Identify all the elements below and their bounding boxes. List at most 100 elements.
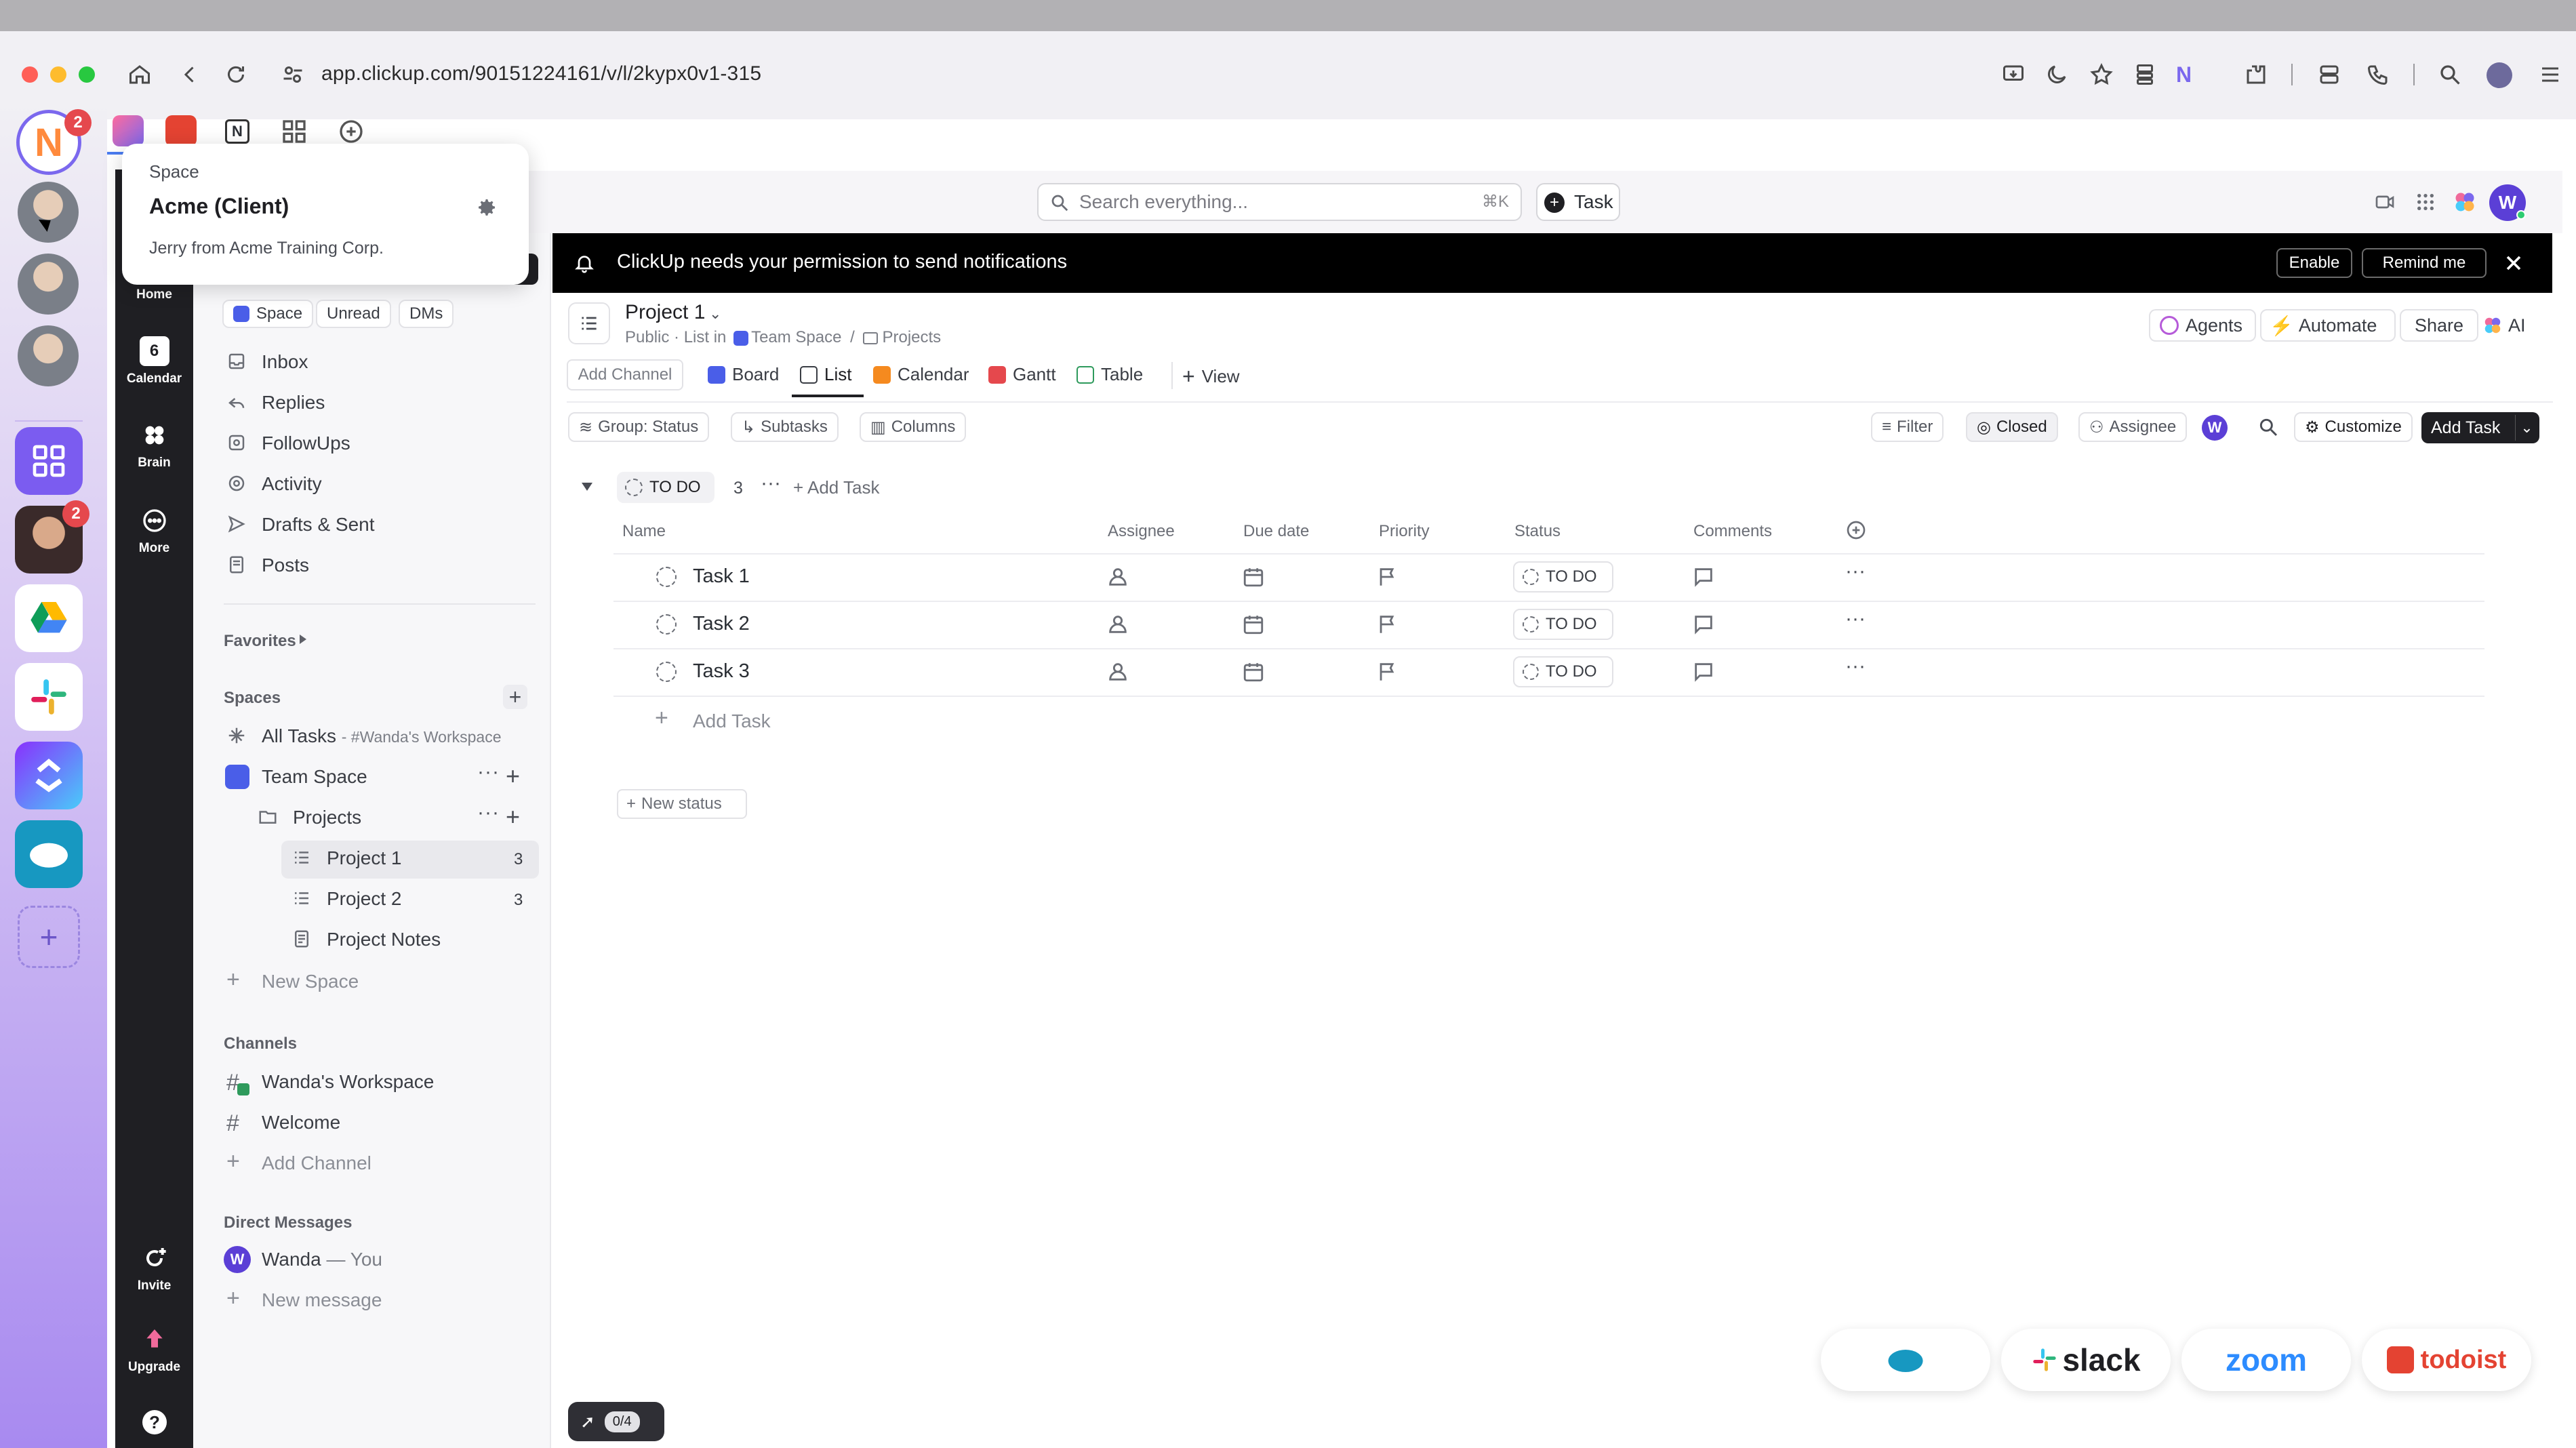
storage-icon[interactable] [2317, 62, 2341, 87]
minimize-window-button[interactable] [50, 66, 66, 83]
comment-icon[interactable] [1692, 565, 1715, 588]
assignee-add-icon[interactable] [1106, 660, 1129, 683]
automate-button[interactable]: ⚡ Automate [2260, 309, 2396, 342]
google-drive-app-icon[interactable] [15, 584, 83, 652]
task-name[interactable]: Task 1 [693, 565, 750, 588]
assignee-add-icon[interactable] [1106, 613, 1129, 636]
rail-invite[interactable]: Invite [115, 1243, 193, 1293]
customize-button[interactable]: ⚙ Customize [2294, 412, 2413, 442]
video-icon[interactable] [2374, 191, 2396, 213]
priority-flag-icon[interactable] [1376, 565, 1399, 588]
status-badge[interactable]: TO DO [1513, 609, 1613, 640]
share-button[interactable]: Share [2400, 309, 2478, 342]
todo-status-icon[interactable] [656, 614, 677, 635]
slack-integration-card[interactable]: slack [2001, 1329, 2171, 1391]
phone-icon[interactable] [2366, 62, 2390, 87]
due-date-icon[interactable] [1242, 613, 1265, 636]
filter-chip-space[interactable]: Space [222, 300, 314, 328]
todoist-tab-icon[interactable] [165, 115, 197, 146]
channel-welcome[interactable]: Welcome [262, 1112, 340, 1133]
new-space-button[interactable]: New Space [262, 971, 359, 992]
space-more-icon[interactable]: ··· [477, 761, 500, 784]
rail-calendar[interactable]: 6 Calendar [115, 336, 193, 386]
task-name[interactable]: Task 2 [693, 613, 750, 635]
tab-table[interactable]: Table [1076, 364, 1143, 385]
favorites-heading[interactable]: Favorites [224, 632, 296, 651]
sidebar-item-all-tasks[interactable]: All Tasks - #Wanda's Workspace [262, 725, 502, 747]
subtasks-button[interactable]: ↳ Subtasks [731, 412, 839, 442]
contact-avatar[interactable] [18, 254, 79, 315]
profile-avatar[interactable] [2487, 62, 2512, 88]
column-due-date[interactable]: Due date [1243, 522, 1309, 541]
zoom-integration-card[interactable]: zoom [2181, 1329, 2351, 1391]
gear-icon[interactable] [476, 197, 498, 218]
comment-icon[interactable] [1692, 613, 1715, 636]
notion-mail-app-icon[interactable]: N2 [16, 109, 92, 175]
space-add-icon[interactable]: + [506, 762, 520, 790]
row-more-icon[interactable]: ··· [1845, 607, 1866, 630]
back-icon[interactable] [178, 62, 202, 87]
new-tab-icon[interactable] [338, 118, 365, 145]
ai-button[interactable]: AI [2482, 309, 2543, 342]
apps-grid-icon[interactable] [2415, 191, 2436, 213]
chevron-down-icon[interactable]: ⌄ [2515, 415, 2538, 441]
clickup-app-icon[interactable] [15, 742, 83, 809]
chevron-down-icon[interactable]: ⌄ [709, 305, 721, 323]
todo-status-icon[interactable] [656, 662, 677, 682]
contact-avatar[interactable] [18, 325, 79, 386]
menu-icon[interactable] [2538, 62, 2562, 87]
search-input[interactable]: Search everything... [1037, 183, 1522, 221]
add-app-button[interactable]: + [18, 906, 80, 968]
add-column-icon[interactable] [1845, 519, 1867, 541]
home-icon[interactable] [127, 62, 152, 87]
tab-gantt[interactable]: Gantt [988, 364, 1056, 385]
notion-tab-icon[interactable]: N [225, 119, 249, 144]
slack-app-icon[interactable] [15, 663, 83, 731]
folder-add-icon[interactable]: + [506, 803, 520, 831]
column-name[interactable]: Name [622, 522, 666, 541]
new-status-button[interactable]: + New status [617, 789, 747, 819]
contact-app-avatar[interactable]: 2 [15, 500, 89, 574]
column-priority[interactable]: Priority [1379, 522, 1430, 541]
close-icon[interactable] [2501, 251, 2526, 275]
todo-status-icon[interactable] [656, 567, 677, 587]
assignee-add-icon[interactable] [1106, 565, 1129, 588]
salesforce-integration-card[interactable] [1821, 1329, 1990, 1391]
add-channel-button[interactable]: Add Channel [262, 1152, 371, 1174]
filter-chip-unread[interactable]: Unread [316, 300, 391, 328]
reload-icon[interactable] [224, 62, 248, 87]
due-date-icon[interactable] [1242, 565, 1265, 588]
priority-flag-icon[interactable] [1376, 613, 1399, 636]
list-type-icon[interactable] [568, 302, 610, 344]
sidebar-item-drafts[interactable]: Drafts & Sent [262, 514, 375, 536]
row-more-icon[interactable]: ··· [1845, 560, 1866, 583]
status-group-chip[interactable]: TO DO [617, 472, 715, 503]
search-icon[interactable] [2438, 62, 2462, 87]
apps-grid-icon[interactable] [281, 118, 308, 145]
sidebar-item-posts[interactable]: Posts [262, 555, 309, 576]
todoist-integration-card[interactable]: todoist [2362, 1329, 2531, 1391]
install-icon[interactable] [2001, 62, 2026, 87]
comment-icon[interactable] [1692, 660, 1715, 683]
assignee-avatar[interactable]: W [2202, 415, 2228, 441]
breadcrumb-space[interactable]: Team Space [751, 328, 841, 346]
rail-brain[interactable]: Brain [115, 420, 193, 470]
onboarding-progress-button[interactable]: ➚ 0/4 [568, 1402, 664, 1441]
tab-list-icon[interactable] [2133, 62, 2157, 87]
new-message-button[interactable]: New message [262, 1289, 382, 1311]
channel-wandas-workspace[interactable]: Wanda's Workspace [262, 1071, 434, 1093]
list-title[interactable]: Project 1 [625, 301, 705, 324]
breadcrumb-folder[interactable]: Projects [882, 328, 941, 346]
group-more-icon[interactable]: ··· [761, 472, 781, 495]
filter-button[interactable]: ≡ Filter [1871, 412, 1944, 442]
sidebar-item-replies[interactable]: Replies [262, 392, 325, 414]
add-task-row[interactable]: Add Task [693, 710, 771, 732]
agents-button[interactable]: Agents [2149, 309, 2256, 342]
zoom-window-button[interactable] [79, 66, 95, 83]
extensions-icon[interactable] [2244, 62, 2268, 87]
priority-flag-icon[interactable] [1376, 660, 1399, 683]
closed-toggle-button[interactable]: ◎ Closed [1966, 412, 2058, 442]
column-assignee[interactable]: Assignee [1108, 522, 1175, 541]
rail-more[interactable]: More [115, 506, 193, 556]
tab-list[interactable]: List [800, 364, 851, 385]
